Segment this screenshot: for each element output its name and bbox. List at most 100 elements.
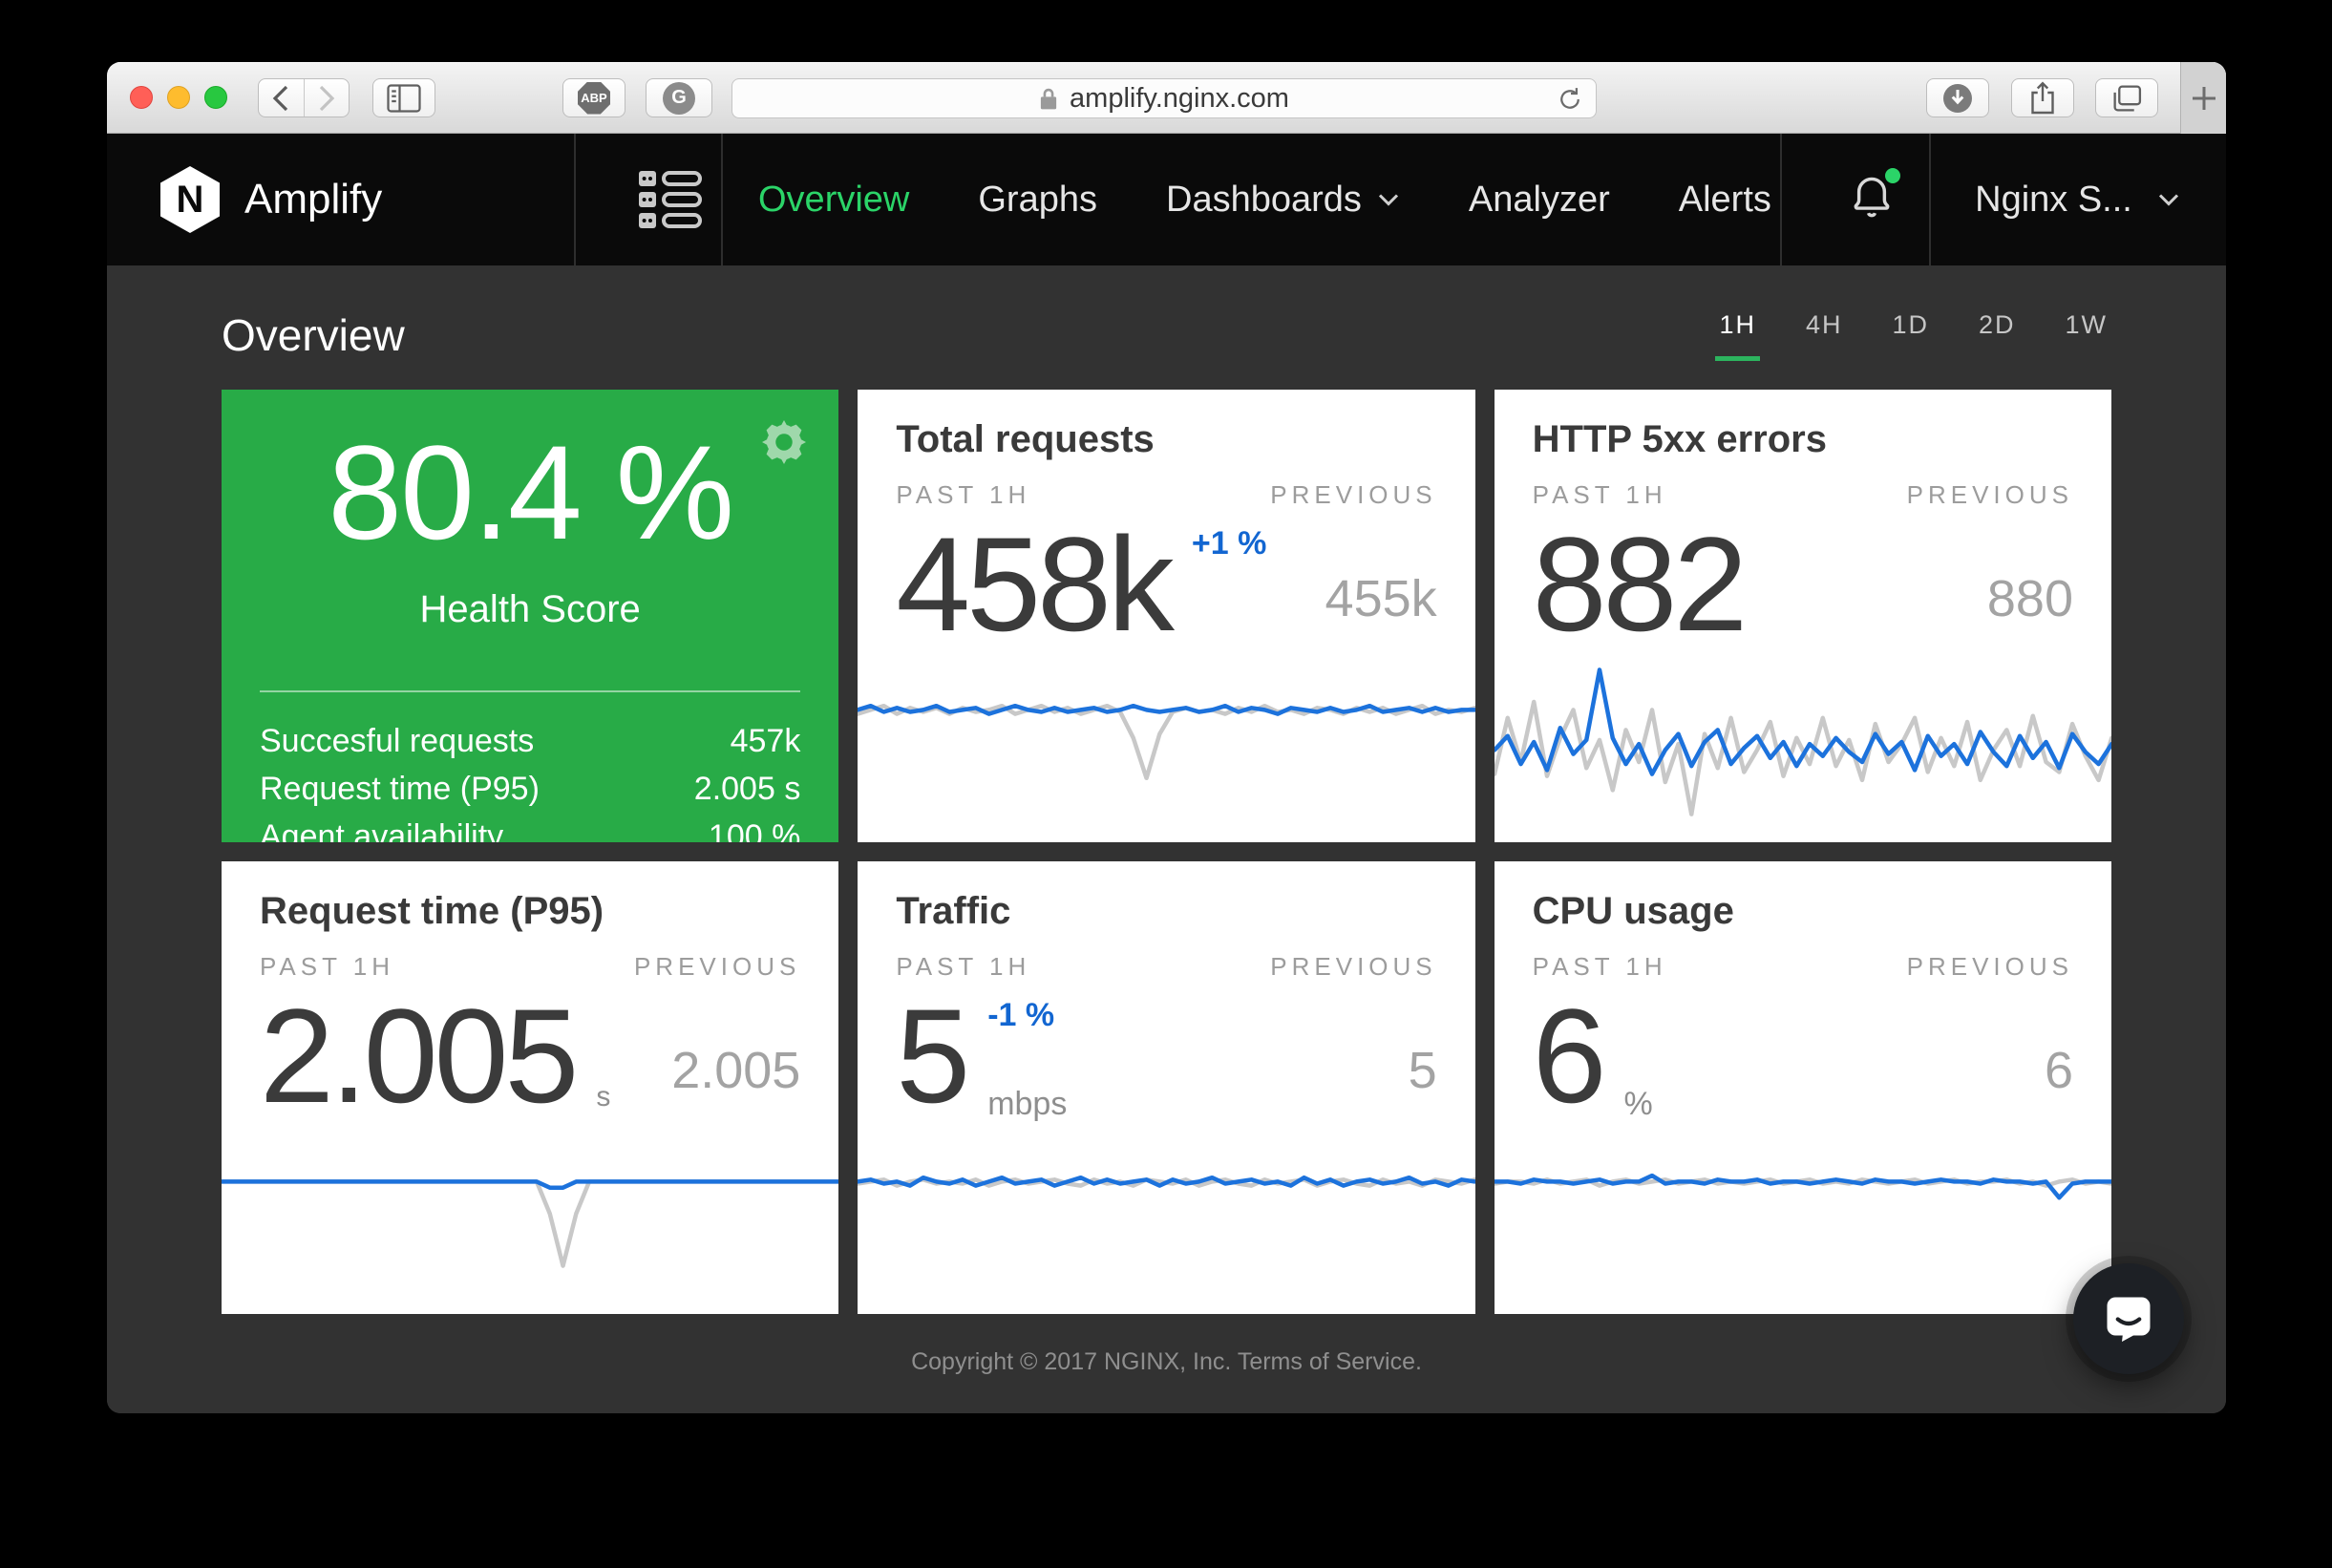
- chat-launcher-button[interactable]: [2073, 1263, 2184, 1374]
- systems-list-button[interactable]: [619, 134, 722, 265]
- time-range-1h[interactable]: 1H: [1715, 310, 1760, 361]
- settings-button[interactable]: [762, 420, 806, 469]
- nav-item-analyzer[interactable]: Analyzer: [1469, 180, 1610, 221]
- reload-button[interactable]: [1556, 85, 1584, 121]
- request-time-card: Request time (P95) PAST 1H PREVIOUS 2.00…: [222, 861, 838, 1314]
- past-label: PAST 1H: [896, 952, 1030, 982]
- delta-value: -1 %: [987, 997, 1067, 1034]
- metric-label: Agent availability: [260, 813, 503, 842]
- request-time-sparkline: [222, 1113, 838, 1314]
- health-metric-row: Succesful requests 457k: [260, 717, 800, 765]
- chevron-down-icon: [2157, 192, 2180, 207]
- gear-icon: [762, 420, 806, 464]
- current-value: 882: [1533, 531, 1745, 638]
- card-title: CPU usage: [1533, 890, 2073, 933]
- previous-label: PREVIOUS: [1270, 480, 1436, 510]
- nav-item-dashboards[interactable]: Dashboards: [1166, 180, 1400, 221]
- ghostery-extension-button[interactable]: G: [646, 78, 712, 117]
- time-range-2d[interactable]: 2D: [1975, 310, 2020, 361]
- previous-label: PREVIOUS: [634, 952, 800, 982]
- cpu-usage-card: CPU usage PAST 1H PREVIOUS 6 % 6: [1495, 861, 2111, 1314]
- past-label: PAST 1H: [1533, 952, 1667, 982]
- http-5xx-errors-card: HTTP 5xx errors PAST 1H PREVIOUS 882 880: [1495, 390, 2111, 842]
- downloads-button[interactable]: [1926, 78, 1989, 117]
- footer: Copyright © 2017 NGINX, Inc. Terms of Se…: [222, 1348, 2111, 1376]
- overview-page: Overview 1H 4H 1D 2D 1W 80.4 % Health Sc…: [107, 265, 2226, 1413]
- metric-label: Request time (P95): [260, 765, 540, 813]
- previous-value: 2.005: [671, 1045, 800, 1110]
- brand-name: Amplify: [244, 176, 382, 223]
- address-bar[interactable]: amplify.nginx.com: [731, 78, 1597, 118]
- url-text: amplify.nginx.com: [1070, 83, 1289, 115]
- back-button[interactable]: [259, 79, 304, 117]
- minimize-window-button[interactable]: [167, 86, 190, 109]
- download-icon: [1940, 81, 1975, 116]
- notifications-button[interactable]: [1814, 134, 1929, 265]
- tab-overview-button[interactable]: [2095, 78, 2158, 117]
- time-range-selector: 1H 4H 1D 2D 1W: [1715, 310, 2111, 361]
- server-rack-icon: [639, 171, 702, 228]
- divider: [260, 690, 800, 692]
- nav-item-overview[interactable]: Overview: [758, 180, 909, 221]
- card-title: Traffic: [896, 890, 1436, 933]
- card-title: Total requests: [896, 418, 1436, 461]
- page-title: Overview: [222, 309, 405, 361]
- lock-icon: [1039, 86, 1058, 111]
- total-requests-sparkline: [858, 642, 1474, 842]
- time-range-1d[interactable]: 1D: [1888, 310, 1933, 361]
- metric-value: 100 %: [709, 813, 800, 842]
- traffic-card: Traffic PAST 1H PREVIOUS 5 -1 %mbps 5: [858, 861, 1474, 1314]
- sidebar-toggle-button[interactable]: [372, 78, 435, 117]
- terms-of-service-link[interactable]: Terms of Service.: [1238, 1348, 1422, 1375]
- health-metric-row: Request time (P95) 2.005 s: [260, 765, 800, 813]
- metric-value: 2.005 s: [694, 765, 801, 813]
- browser-window: ABP G amplify.nginx.com N Amplify: [107, 62, 2226, 1413]
- share-button[interactable]: [2011, 78, 2074, 117]
- http-5xx-sparkline: [1495, 642, 2111, 842]
- previous-value: 455k: [1325, 573, 1437, 638]
- chat-bubble-icon: [2100, 1290, 2157, 1347]
- sidebar-icon: [387, 84, 421, 113]
- zoom-window-button[interactable]: [204, 86, 227, 109]
- previous-value: 6: [2045, 1045, 2073, 1110]
- copyright-text: Copyright © 2017 NGINX, Inc.: [911, 1348, 1238, 1375]
- card-title: Request time (P95): [260, 890, 800, 933]
- nav-divider: [721, 134, 723, 265]
- time-range-1w[interactable]: 1W: [2062, 310, 2112, 361]
- previous-value: 5: [1409, 1045, 1437, 1110]
- account-menu[interactable]: Nginx S...: [1929, 134, 2226, 265]
- notification-badge: [1885, 168, 1900, 183]
- chevron-right-icon: [317, 85, 336, 112]
- amplify-logo[interactable]: N Amplify: [160, 134, 382, 265]
- share-icon: [2027, 81, 2058, 116]
- traffic-sparkline: [858, 1113, 1474, 1314]
- previous-value: 880: [1987, 573, 2073, 638]
- previous-label: PREVIOUS: [1907, 480, 2073, 510]
- plus-icon: [2190, 84, 2218, 113]
- previous-label: PREVIOUS: [1270, 952, 1436, 982]
- current-value: 2.005: [260, 1003, 575, 1110]
- ghostery-icon: G: [663, 82, 695, 115]
- forward-button[interactable]: [304, 79, 350, 117]
- cards-grid: 80.4 % Health Score Succesful requests 4…: [222, 390, 2111, 1314]
- adblock-extension-button[interactable]: ABP: [562, 78, 625, 117]
- nav-divider: [1780, 134, 1782, 265]
- nav-item-graphs[interactable]: Graphs: [978, 180, 1097, 221]
- new-tab-button[interactable]: [2180, 62, 2226, 134]
- nav-links: Overview Graphs Dashboards Analyzer Aler…: [758, 134, 1771, 265]
- card-title: HTTP 5xx errors: [1533, 418, 2073, 461]
- account-name: Nginx S...: [1975, 180, 2132, 221]
- health-score-value: 80.4 %: [222, 439, 838, 546]
- cpu-sparkline: [1495, 1113, 2111, 1314]
- time-range-4h[interactable]: 4H: [1802, 310, 1847, 361]
- nginx-logo-icon: N: [160, 166, 220, 233]
- nav-item-alerts[interactable]: Alerts: [1679, 180, 1771, 221]
- health-metric-row: Agent availability 100 %: [260, 813, 800, 842]
- total-requests-card: Total requests PAST 1H PREVIOUS 458k +1 …: [858, 390, 1474, 842]
- close-window-button[interactable]: [130, 86, 153, 109]
- chevron-left-icon: [271, 85, 290, 112]
- past-label: PAST 1H: [896, 480, 1030, 510]
- tabs-icon: [2110, 83, 2143, 114]
- history-nav-group: [258, 78, 350, 117]
- app-navbar: N Amplify Overview Graphs: [107, 134, 2226, 265]
